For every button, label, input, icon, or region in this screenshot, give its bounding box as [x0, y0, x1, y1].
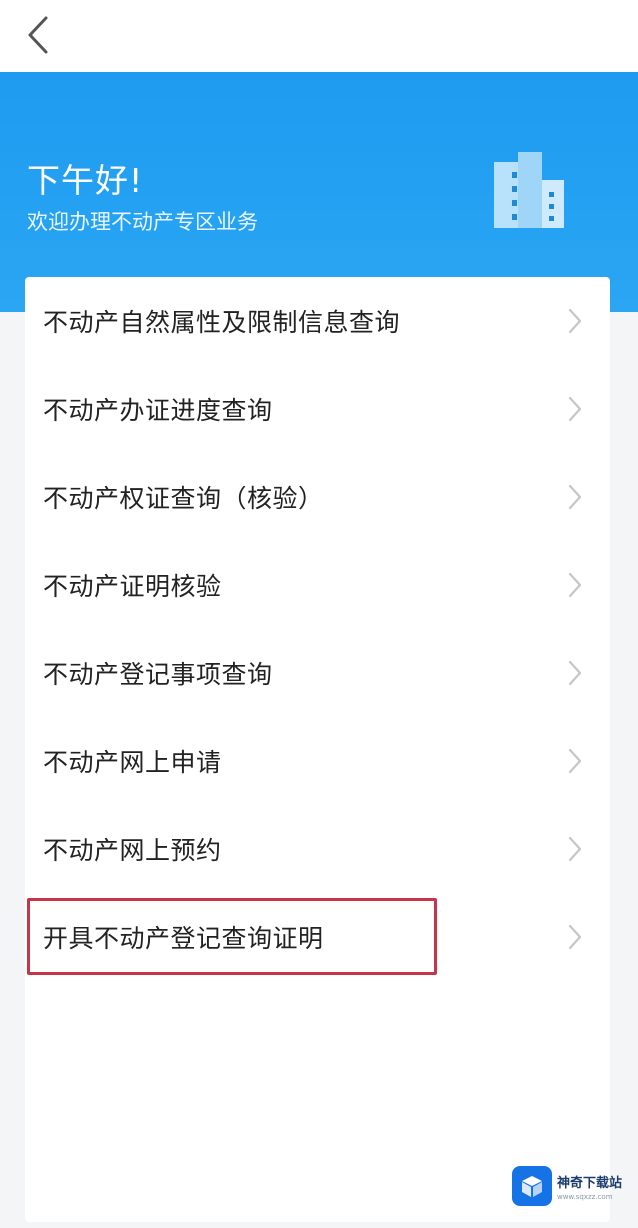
menu-item-label: 不动产网上预约	[43, 836, 222, 865]
building-icon	[494, 152, 564, 228]
chevron-right-icon	[568, 924, 582, 950]
menu-item-property-certificate-verification[interactable]: 不动产权证查询（核验）	[25, 453, 610, 541]
chevron-right-icon	[568, 308, 582, 334]
chevron-right-icon	[568, 396, 582, 422]
chevron-right-icon	[568, 484, 582, 510]
hero-banner: 下午好! 欢迎办理不动产专区业务	[0, 72, 638, 312]
menu-item-label: 不动产网上申请	[43, 748, 222, 777]
watermark-logo: 神奇下载站 www.sqxzz.com	[512, 1166, 628, 1206]
menu-item-label: 不动产办证进度查询	[43, 396, 273, 425]
menu-item-label: 开具不动产登记查询证明	[43, 924, 324, 953]
top-navigation-bar	[0, 0, 638, 72]
box-icon	[512, 1166, 552, 1206]
menu-item-registration-matters-query[interactable]: 不动产登记事项查询	[25, 629, 610, 717]
menu-item-label: 不动产证明核验	[43, 572, 222, 601]
chevron-right-icon	[568, 572, 582, 598]
menu-item-online-application[interactable]: 不动产网上申请	[25, 717, 610, 805]
watermark-title: 神奇下载站	[557, 1175, 623, 1191]
watermark-url: www.sqxzz.com	[557, 1192, 613, 1201]
service-menu-card: 不动产自然属性及限制信息查询 不动产办证进度查询 不动产权证查询（核验） 不动产…	[25, 277, 610, 1222]
greeting-text: 下午好!	[27, 161, 144, 200]
back-button[interactable]	[14, 8, 62, 62]
menu-item-label: 不动产自然属性及限制信息查询	[43, 308, 401, 337]
back-arrow-icon	[28, 16, 48, 54]
menu-item-label: 不动产登记事项查询	[43, 660, 273, 689]
welcome-subtitle: 欢迎办理不动产专区业务	[27, 210, 258, 234]
chevron-right-icon	[568, 748, 582, 774]
menu-item-issue-registration-query-proof[interactable]: 开具不动产登记查询证明	[25, 893, 610, 981]
chevron-right-icon	[568, 836, 582, 862]
menu-item-certificate-progress-query[interactable]: 不动产办证进度查询	[25, 365, 610, 453]
menu-item-online-appointment[interactable]: 不动产网上预约	[25, 805, 610, 893]
menu-item-proof-verification[interactable]: 不动产证明核验	[25, 541, 610, 629]
menu-item-natural-attribute-query[interactable]: 不动产自然属性及限制信息查询	[25, 277, 610, 365]
menu-item-label: 不动产权证查询（核验）	[43, 484, 324, 513]
chevron-right-icon	[568, 660, 582, 686]
